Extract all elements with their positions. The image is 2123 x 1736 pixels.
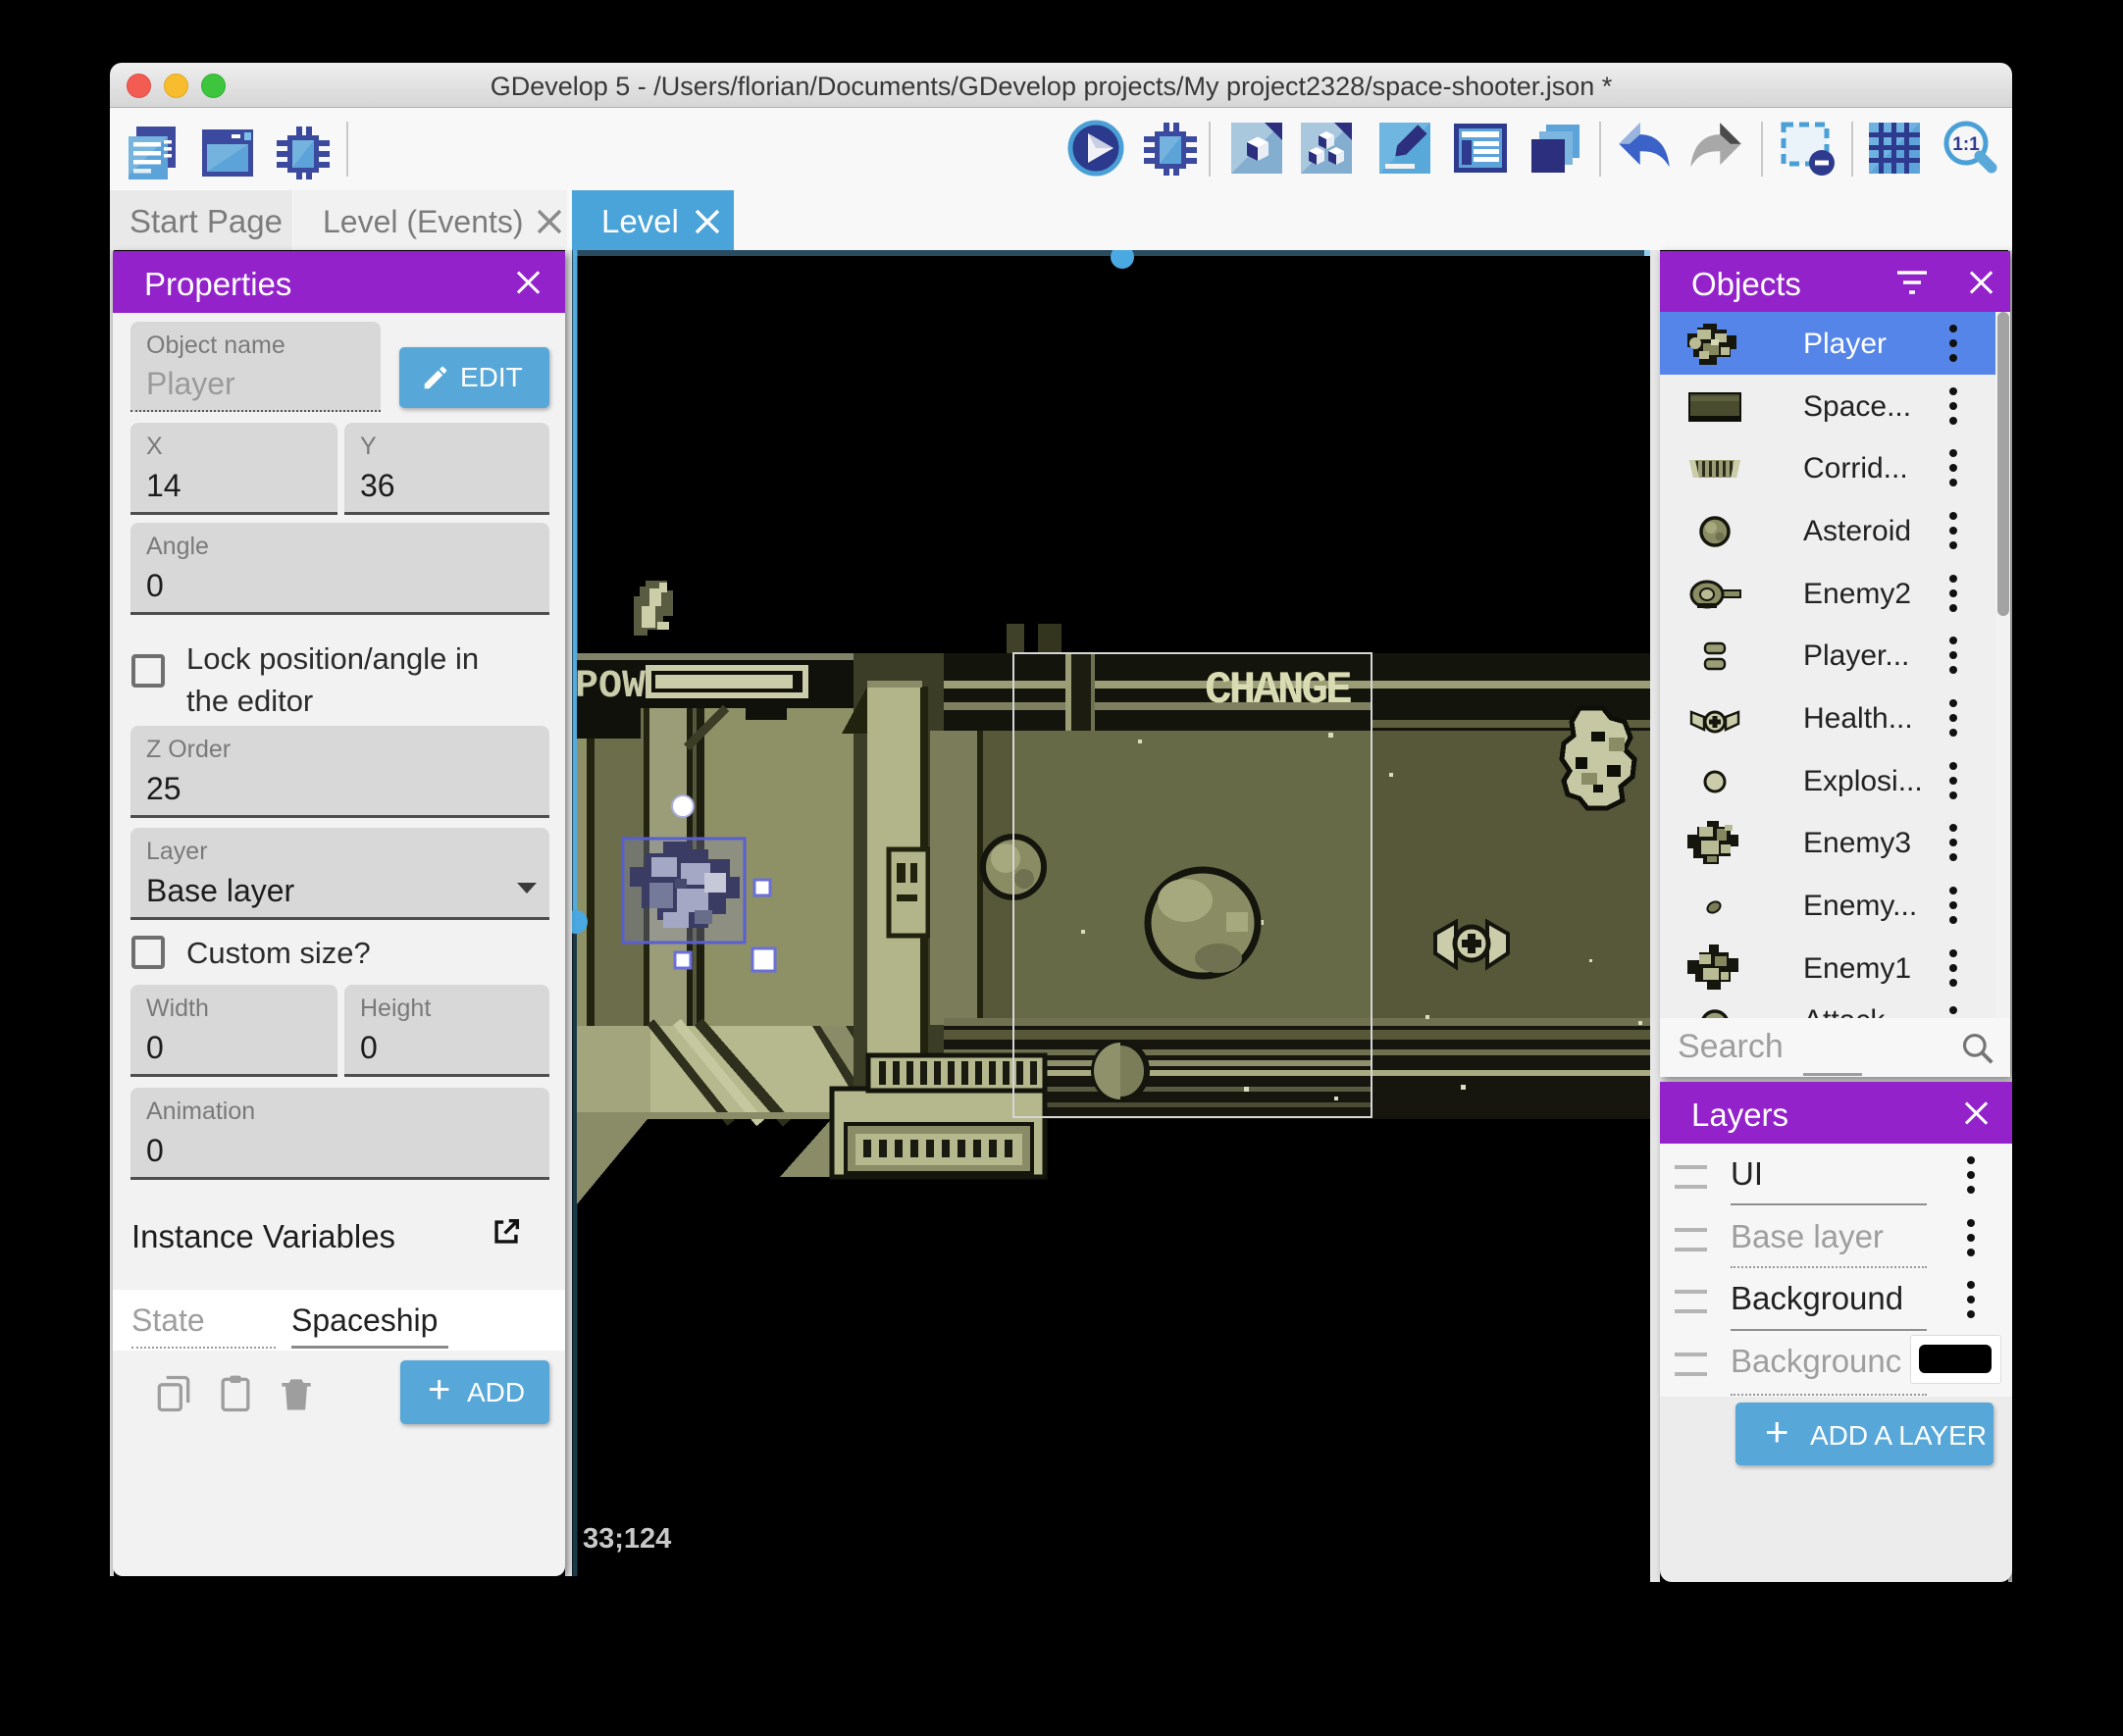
- svg-text:CHANGE: CHANGE: [1205, 665, 1351, 716]
- svg-text:1:1: 1:1: [1952, 134, 1980, 155]
- svg-text:33;124: 33;124: [583, 1523, 671, 1555]
- svg-text:POW: POW: [575, 665, 646, 709]
